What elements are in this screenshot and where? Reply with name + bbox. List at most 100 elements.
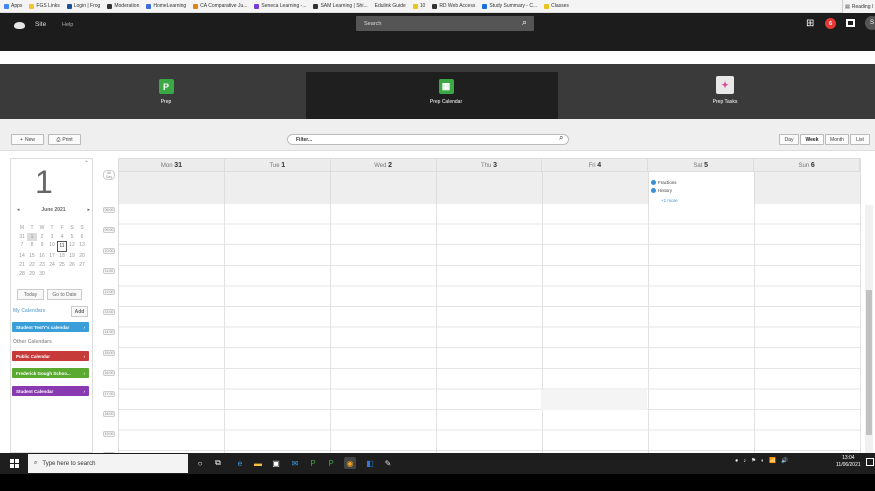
new-button[interactable]: + New: [11, 134, 44, 145]
mini-calendar-day[interactable]: 4: [57, 233, 67, 242]
avatar[interactable]: S: [865, 16, 875, 30]
mini-calendar-day[interactable]: 3: [47, 233, 57, 242]
mini-calendar-day[interactable]: 16: [37, 252, 47, 261]
mini-calendar-day[interactable]: 6: [77, 233, 87, 242]
all-day-cell[interactable]: [543, 172, 649, 204]
filter-input[interactable]: Filter...: [287, 134, 569, 145]
calendar-public[interactable]: Public Calendar ›: [12, 351, 89, 361]
search-icon[interactable]: ⌕: [522, 17, 527, 28]
calendar-student[interactable]: Student Calendar ›: [12, 386, 89, 396]
mini-calendar-day[interactable]: 26: [67, 261, 77, 270]
mini-calendar-day[interactable]: 14: [17, 252, 27, 261]
app-grid-icon[interactable]: ⊞: [806, 18, 814, 29]
day-header[interactable]: Mon 31: [119, 159, 225, 171]
mini-calendar-day[interactable]: 12: [67, 241, 77, 252]
mini-calendar-day[interactable]: 7: [17, 241, 27, 252]
day-header[interactable]: Fri 4: [542, 159, 649, 171]
bookmark-item[interactable]: Seneca Learning -...: [254, 3, 306, 9]
all-day-cell[interactable]: [225, 172, 331, 204]
system-tray[interactable]: ● ♪ ⚑ ◐ 📶 🔊: [735, 458, 788, 464]
bookmark-item[interactable]: SAM Learning | Shi...: [313, 3, 368, 9]
day-column[interactable]: [543, 204, 649, 453]
bookmark-item[interactable]: Apps: [4, 3, 22, 9]
help-menu[interactable]: Help: [62, 22, 73, 28]
today-button[interactable]: Today: [17, 289, 44, 300]
day-header[interactable]: Sun 6: [754, 159, 861, 171]
all-day-toggle[interactable]: All Day: [103, 170, 115, 180]
site-menu[interactable]: Site: [35, 21, 46, 28]
mini-calendar-day[interactable]: 19: [67, 252, 77, 261]
event-fractions[interactable]: Fractions: [651, 180, 677, 185]
calendar-frederick-gough[interactable]: Frederick Gough Schoo... ›: [12, 368, 89, 378]
mini-calendar-day[interactable]: 5: [67, 233, 77, 242]
mini-calendar-day[interactable]: 30: [37, 270, 47, 279]
frog-logo[interactable]: [14, 22, 25, 29]
task-view-icon[interactable]: ⧉: [212, 457, 224, 469]
taskbar-clock[interactable]: 13:04 11/06/2021: [836, 455, 861, 469]
bookmark-item[interactable]: Edulink Guide: [375, 3, 406, 9]
day-header[interactable]: Tue 1: [225, 159, 331, 171]
bookmark-item[interactable]: RD Web Access: [432, 3, 475, 9]
mini-calendar-day[interactable]: 18: [57, 252, 67, 261]
bookmark-item[interactable]: Login | Frog: [66, 3, 100, 9]
mini-calendar-day[interactable]: 1: [27, 232, 37, 242]
app-prep[interactable]: P Prep: [106, 79, 226, 105]
mini-calendar-day[interactable]: 23: [37, 261, 47, 270]
calendar-student-testy[interactable]: Student TestY's calendar ›: [12, 322, 89, 332]
bookmark-item[interactable]: Study Summary - C...: [482, 3, 537, 9]
go-to-date-button[interactable]: Go to Date: [47, 289, 82, 300]
bookmark-item[interactable]: FGS Links: [29, 3, 60, 9]
view-list-button[interactable]: List: [850, 134, 870, 145]
mini-calendar-day[interactable]: 2: [37, 233, 47, 242]
mini-calendar-day[interactable]: 31: [17, 233, 27, 242]
view-month-button[interactable]: Month: [825, 134, 849, 145]
view-day-button[interactable]: Day: [779, 134, 799, 145]
bookmark-item[interactable]: Classes: [544, 3, 569, 9]
mini-calendar-day[interactable]: 25: [57, 261, 67, 270]
windows-start-icon[interactable]: [10, 459, 19, 468]
next-month-icon[interactable]: ▸: [87, 207, 90, 213]
day-header[interactable]: Sat 5: [648, 159, 755, 171]
frog-app-icon[interactable]: P: [307, 457, 319, 469]
close-icon[interactable]: ✕: [10, 55, 16, 63]
chrome-icon[interactable]: ◉: [344, 457, 356, 469]
more-events-link[interactable]: +1 more: [661, 198, 678, 203]
mini-calendar-day[interactable]: [47, 270, 57, 279]
day-column[interactable]: [437, 204, 543, 453]
paint-icon[interactable]: ✎: [382, 457, 394, 469]
day-header[interactable]: Thu 3: [437, 159, 543, 171]
mini-calendar-day[interactable]: [57, 270, 67, 279]
mini-calendar-day[interactable]: [67, 270, 77, 279]
day-column[interactable]: [649, 204, 755, 453]
day-column[interactable]: [225, 204, 331, 453]
all-day-cell[interactable]: [119, 172, 225, 204]
mini-calendar-day[interactable]: 10: [47, 241, 57, 252]
app-icon[interactable]: P: [325, 457, 337, 469]
mini-calendar-day[interactable]: 29: [27, 270, 37, 279]
bookmark-item[interactable]: Moderation: [107, 3, 139, 9]
mini-calendar-day[interactable]: 21: [17, 261, 27, 270]
edge-icon[interactable]: e: [234, 457, 246, 469]
search-icon[interactable]: ⌕: [559, 133, 563, 143]
cortana-icon[interactable]: ○: [194, 457, 206, 469]
caret-up-icon[interactable]: ⌃: [84, 160, 89, 167]
event-history[interactable]: History: [651, 188, 672, 193]
all-day-cell[interactable]: [437, 172, 543, 204]
action-center-icon[interactable]: [866, 458, 874, 466]
file-explorer-icon[interactable]: ▬: [252, 457, 264, 469]
day-column[interactable]: [755, 204, 861, 453]
all-day-cell[interactable]: [331, 172, 437, 204]
mini-calendar-day[interactable]: 17: [47, 252, 57, 261]
reading-list-button[interactable]: ▤ Reading l: [842, 0, 875, 13]
search-input[interactable]: Search: [356, 16, 534, 31]
day-column[interactable]: [119, 204, 225, 453]
messages-icon[interactable]: [846, 19, 855, 27]
mini-calendar-day[interactable]: 22: [27, 261, 37, 270]
bookmark-item[interactable]: CA Comparative Ju...: [193, 3, 247, 9]
notifications-badge[interactable]: 6: [825, 18, 836, 29]
mini-calendar-day[interactable]: 8: [27, 241, 37, 252]
mini-calendar-day[interactable]: 11: [57, 241, 67, 253]
mini-calendar-day[interactable]: 24: [47, 261, 57, 270]
add-calendar-button[interactable]: Add: [71, 306, 88, 317]
mini-calendar-day[interactable]: 13: [77, 241, 87, 252]
